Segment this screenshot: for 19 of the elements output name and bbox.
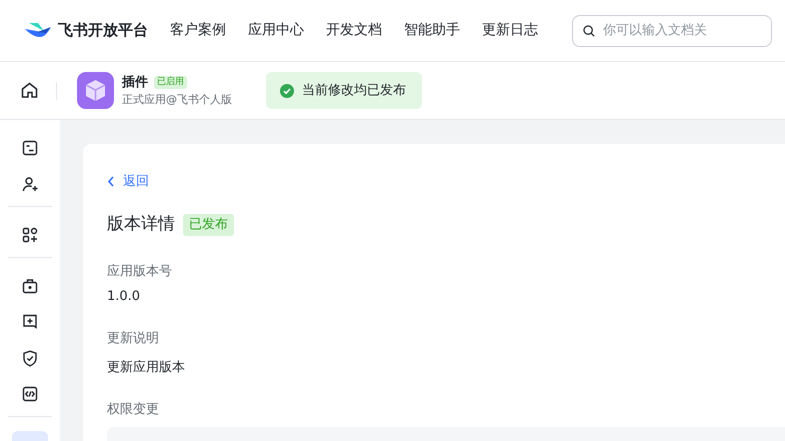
search-field[interactable]: 你可以输入文档关 bbox=[572, 14, 772, 46]
field-label: 权限变更 bbox=[107, 400, 160, 418]
field-value: 1.0.0 bbox=[107, 288, 142, 306]
nav-link[interactable]: 客户案例 bbox=[170, 20, 226, 41]
app-subtitle: 正式应用@飞书个人版 bbox=[122, 92, 232, 108]
nav-link[interactable]: 智能助手 bbox=[404, 20, 460, 41]
field-value: 更新应用版本 bbox=[107, 359, 186, 377]
status-tag: 已发布 bbox=[183, 214, 234, 236]
notice-text: 当前修改均已发布 bbox=[302, 82, 406, 100]
back-link[interactable]: 返回 bbox=[107, 172, 149, 192]
nav-link[interactable]: 应用中心 bbox=[248, 20, 304, 41]
app-name: 插件 bbox=[122, 74, 148, 92]
nav-link[interactable]: 更新日志 bbox=[482, 20, 538, 41]
page-title: 版本详情 bbox=[107, 213, 175, 236]
field-label: 更新说明 bbox=[107, 330, 160, 348]
brand-title: 飞书开放平台 bbox=[58, 20, 148, 42]
status-tag: 已启用 bbox=[154, 76, 187, 89]
field-label: 应用版本号 bbox=[107, 262, 173, 280]
nav-link[interactable]: 开发文档 bbox=[326, 20, 382, 41]
